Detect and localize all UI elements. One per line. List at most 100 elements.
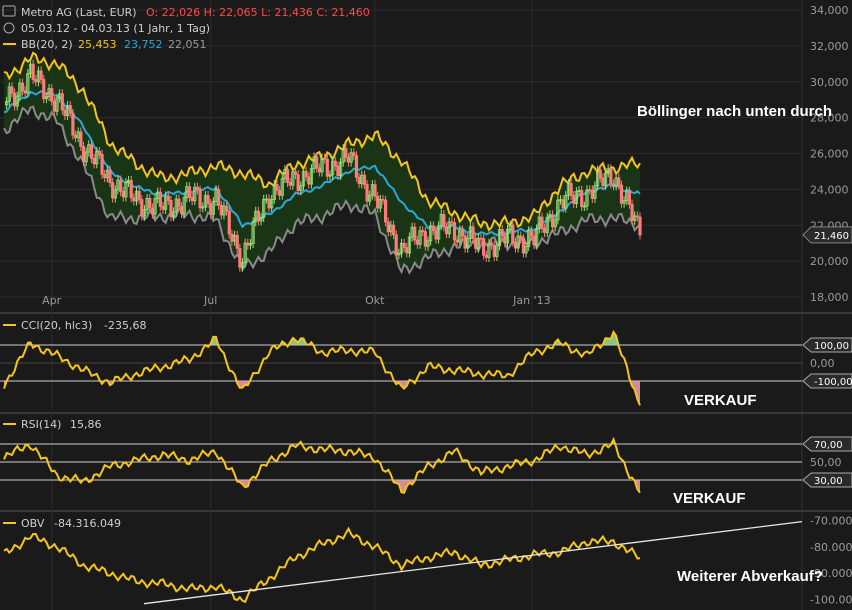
time-tick-label: Okt: [365, 294, 385, 307]
candle-body: [402, 242, 406, 248]
candle-body: [39, 70, 43, 80]
candle-body: [325, 158, 329, 177]
price-tick-label: 20,000: [810, 255, 849, 268]
price-tick-label: 24,000: [810, 183, 849, 196]
chart-background: [0, 0, 852, 610]
price-tick-label: 30,000: [810, 76, 849, 89]
candle-body: [444, 226, 449, 235]
chart-canvas: 34,00032,00030,00028,00026,00024,00022,0…: [0, 0, 852, 610]
candle-body: [543, 228, 547, 233]
price-tick-label: 26,000: [810, 148, 849, 161]
candle-body: [140, 199, 144, 217]
candle-body: [190, 197, 194, 202]
candle-body: [521, 238, 526, 254]
candle-body: [169, 200, 173, 218]
candle-body: [71, 112, 75, 136]
obv-label: OBV: [21, 517, 45, 530]
candle-body: [315, 156, 319, 169]
rsi-label: RSI(14): [21, 418, 61, 431]
candle-body: [285, 169, 290, 183]
candle-body: [381, 198, 385, 201]
candle-body: [394, 234, 398, 256]
candle-body: [195, 186, 200, 191]
annotation-rsi-sell: VERKAUF: [673, 490, 746, 507]
candle-body: [79, 131, 83, 147]
candle-body: [166, 195, 170, 201]
candle-body: [619, 184, 624, 204]
candle-body: [129, 180, 133, 199]
candle-body: [161, 206, 165, 210]
candle-body: [590, 189, 594, 199]
candle-body: [421, 230, 425, 233]
candle-body: [630, 203, 634, 221]
candle-body: [256, 210, 261, 222]
candle-body: [463, 235, 467, 249]
candle-body: [346, 156, 351, 163]
candle-body: [73, 134, 78, 139]
candle-body: [344, 147, 348, 158]
time-tick-label: Apr: [42, 294, 62, 307]
candle-body: [187, 186, 192, 198]
candle-body: [405, 247, 409, 254]
candle-body: [529, 230, 533, 237]
oscillator-tick-label: -80.000.000: [810, 541, 852, 554]
candle-body: [572, 194, 576, 204]
candle-body: [31, 63, 35, 80]
candle-body: [460, 229, 465, 237]
bb-label: BB(20, 2): [21, 38, 73, 51]
candle-body: [450, 221, 454, 224]
candle-body: [511, 224, 515, 243]
candle-body: [561, 199, 565, 209]
candle-body: [224, 205, 229, 212]
candle-body: [52, 100, 56, 112]
candle-body: [100, 153, 104, 175]
oscillator-tick-label: 70,00: [814, 440, 843, 451]
candle-body: [373, 184, 377, 197]
candle-body: [413, 226, 417, 241]
candle-body: [601, 177, 605, 187]
oscillator-tick-label: 30,00: [814, 476, 843, 487]
candle-body: [246, 242, 250, 246]
candle-body: [391, 224, 396, 236]
candle-body: [386, 221, 390, 233]
candle-body: [532, 235, 536, 246]
candle-body: [317, 167, 321, 173]
candle-body: [217, 189, 221, 206]
time-tick-label: Jul: [203, 294, 217, 307]
candle-body: [617, 177, 621, 186]
candle-body: [479, 237, 483, 240]
candle-body: [121, 191, 125, 198]
candle-body: [111, 182, 115, 199]
oscillator-tick-label: 0,00: [810, 357, 835, 370]
candle-body: [92, 158, 96, 165]
candle-body: [206, 195, 210, 205]
candle-body: [198, 189, 202, 209]
candle-body: [519, 235, 523, 239]
candle-body: [598, 169, 602, 179]
candle-body: [492, 244, 496, 257]
candle-body: [177, 198, 181, 207]
candle-body: [423, 231, 427, 247]
candle-body: [489, 242, 494, 246]
candle-body: [455, 239, 459, 243]
candle-body: [540, 216, 544, 229]
candle-body: [23, 90, 27, 94]
candle-body: [336, 165, 340, 177]
candle-body: [362, 174, 367, 185]
candle-body: [434, 230, 438, 240]
candle-body: [238, 247, 242, 268]
price-tick-label: 34,000: [810, 4, 849, 17]
candle-body: [137, 190, 141, 201]
candle-body: [365, 184, 369, 202]
price-tick-label: 18,000: [810, 291, 849, 304]
candle-body: [42, 79, 46, 100]
bb-lower-value: 22,051: [168, 38, 207, 51]
time-tick-label: Jan '13: [512, 294, 550, 307]
candle-body: [357, 176, 361, 184]
candle-body: [500, 229, 504, 237]
candle-body: [158, 191, 162, 207]
candle-body: [471, 226, 475, 240]
candle-body: [119, 179, 123, 192]
candle-body: [627, 190, 632, 205]
instrument-title: Metro AG (Last, EUR): [21, 6, 137, 19]
